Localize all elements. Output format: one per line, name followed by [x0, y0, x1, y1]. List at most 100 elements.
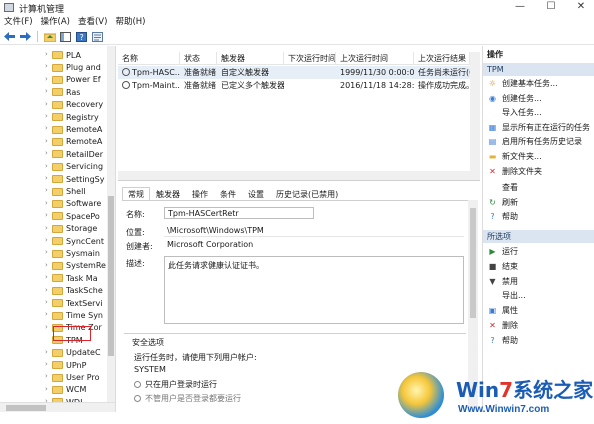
tree-item[interactable]: › Time Syn — [45, 309, 103, 321]
show-hide-tree-button[interactable] — [59, 31, 72, 43]
tree-item[interactable]: › Registry — [45, 111, 99, 123]
tree-item[interactable]: › Task Ma — [45, 272, 98, 284]
tree-item[interactable]: › Recovery — [45, 99, 103, 111]
tab-conditions[interactable]: 条件 — [214, 187, 242, 201]
scrollbar-thumb[interactable] — [470, 208, 476, 318]
tree-item[interactable]: › WCM — [45, 384, 86, 396]
tab-settings[interactable]: 设置 — [242, 187, 270, 201]
tree-item[interactable]: › UPnP — [45, 359, 86, 371]
tree-item[interactable]: › UpdateC — [45, 347, 101, 359]
expand-chevron-icon[interactable]: › — [45, 323, 48, 331]
action-item[interactable]: ↻ 刷新 — [483, 196, 594, 209]
tree-item[interactable]: › RemoteA — [45, 136, 102, 148]
tree-item[interactable]: › Plug and — [45, 61, 101, 73]
tab-history[interactable]: 历史记录(已禁用) — [270, 187, 344, 201]
description-field[interactable]: 此任务请求健康认证证书。 — [164, 256, 464, 324]
expand-chevron-icon[interactable]: › — [45, 186, 48, 194]
expand-chevron-icon[interactable]: › — [45, 236, 48, 244]
expand-chevron-icon[interactable]: › — [45, 124, 48, 132]
expand-chevron-icon[interactable]: › — [45, 286, 48, 294]
tree-item[interactable]: › PLA — [45, 49, 81, 61]
table-row[interactable]: Tpm-Maint... 准备就绪 已定义多个触发器 2016/11/18 14… — [118, 79, 480, 92]
tab-triggers[interactable]: 触发器 — [150, 187, 186, 201]
tree-item[interactable]: › SystemRe — [45, 260, 106, 272]
menu-help[interactable]: 帮助(H) — [115, 15, 145, 29]
action-item[interactable]: ■ 结束 — [483, 260, 594, 273]
expand-chevron-icon[interactable]: › — [45, 385, 48, 393]
properties-button[interactable] — [91, 31, 104, 43]
tree-item[interactable]: › SettingSy — [45, 173, 104, 185]
expand-chevron-icon[interactable]: › — [45, 360, 48, 368]
name-field[interactable]: Tpm-HASCertRetr — [164, 207, 314, 219]
expand-chevron-icon[interactable]: › — [45, 248, 48, 256]
action-item[interactable]: ✕ 删除文件夹 — [483, 165, 594, 178]
action-item[interactable]: 导出... — [483, 289, 594, 302]
tree-item[interactable]: › Sysmain — [45, 247, 100, 259]
tab-general[interactable]: 常规 — [122, 187, 150, 201]
action-item[interactable]: 查看 — [483, 181, 594, 194]
column-name[interactable]: 名称 — [118, 52, 180, 65]
run-whether-logged-on-option[interactable]: 不管用户是否登录都要运行 — [134, 393, 241, 404]
tree-item[interactable]: › Shell — [45, 185, 86, 197]
up-folder-button[interactable] — [43, 31, 56, 43]
action-item[interactable]: ▶ 运行 — [483, 245, 594, 258]
expand-chevron-icon[interactable]: › — [45, 174, 48, 182]
expand-chevron-icon[interactable]: › — [45, 348, 48, 356]
expand-chevron-icon[interactable]: › — [45, 372, 48, 380]
scrollbar-thumb[interactable] — [108, 196, 114, 356]
expand-chevron-icon[interactable]: › — [45, 137, 48, 145]
action-item[interactable]: ◉ 创建任务... — [483, 92, 594, 105]
run-only-logged-on-option[interactable]: 只在用户登录时运行 — [134, 379, 217, 390]
tree-item[interactable]: › User Pro — [45, 371, 99, 383]
tree-item[interactable]: › TextServi — [45, 297, 102, 309]
action-item[interactable]: ▬ 新文件夹... — [483, 150, 594, 163]
tree-item[interactable]: › Storage — [45, 223, 97, 235]
expand-chevron-icon[interactable]: › — [45, 298, 48, 306]
action-item[interactable]: ? 帮助 — [483, 210, 594, 223]
expand-chevron-icon[interactable]: › — [45, 50, 48, 58]
minimize-button[interactable]: — — [510, 1, 530, 13]
expand-chevron-icon[interactable]: › — [45, 87, 48, 95]
expand-chevron-icon[interactable]: › — [45, 149, 48, 157]
action-item[interactable]: 导入任务... — [483, 106, 594, 119]
action-item[interactable]: ☼ 创建基本任务... — [483, 77, 594, 90]
tab-actions[interactable]: 操作 — [186, 187, 214, 201]
table-row[interactable]: Tpm-HASC... 准备就绪 自定义触发器 1999/11/30 0:00:… — [118, 66, 480, 79]
expand-chevron-icon[interactable]: › — [45, 162, 48, 170]
action-item[interactable]: ? 帮助 — [483, 334, 594, 347]
menu-action[interactable]: 操作(A) — [41, 15, 70, 29]
action-item[interactable]: ▣ 属性 — [483, 304, 594, 317]
back-button[interactable] — [3, 31, 16, 43]
expand-chevron-icon[interactable]: › — [45, 112, 48, 120]
action-item[interactable]: ▤ 启用所有任务历史记录 — [483, 135, 594, 148]
tree-horizontal-scrollbar[interactable] — [0, 402, 115, 412]
task-list-vertical-scrollbar[interactable] — [470, 52, 480, 180]
expand-chevron-icon[interactable]: › — [45, 310, 48, 318]
column-trigger[interactable]: 触发器 — [217, 52, 284, 65]
column-status[interactable]: 状态 — [180, 52, 217, 65]
expand-chevron-icon[interactable]: › — [45, 273, 48, 281]
tree-item[interactable]: › TaskSche — [45, 285, 103, 297]
tree-item[interactable]: › Servicing — [45, 161, 103, 173]
tree-vertical-scrollbar[interactable] — [107, 46, 115, 412]
scrollbar-thumb[interactable] — [6, 405, 46, 411]
menu-view[interactable]: 查看(V) — [78, 15, 107, 29]
expand-chevron-icon[interactable]: › — [45, 100, 48, 108]
tree-item[interactable]: › RemoteA — [45, 123, 102, 135]
task-list-horizontal-scrollbar[interactable] — [118, 171, 470, 180]
column-next-run[interactable]: 下次运行时间 — [284, 52, 336, 65]
maximize-button[interactable]: ☐ — [541, 1, 561, 13]
actions-section-tpm[interactable]: TPM — [483, 63, 594, 76]
column-last-result[interactable]: 上次运行结果 — [414, 52, 470, 65]
action-item[interactable]: ▼ 禁用 — [483, 275, 594, 288]
tree-item[interactable]: › Ras — [45, 86, 80, 98]
tree-item[interactable]: › Software — [45, 198, 101, 210]
action-item[interactable]: ▦ 显示所有正在运行的任务 — [483, 121, 594, 134]
expand-chevron-icon[interactable]: › — [45, 62, 48, 70]
expand-chevron-icon[interactable]: › — [45, 75, 48, 83]
expand-chevron-icon[interactable]: › — [45, 224, 48, 232]
help-button[interactable]: ? — [75, 31, 88, 43]
forward-button[interactable] — [19, 31, 32, 43]
tree-item[interactable]: › SyncCent — [45, 235, 104, 247]
tree-item[interactable]: › SpacePo — [45, 210, 100, 222]
